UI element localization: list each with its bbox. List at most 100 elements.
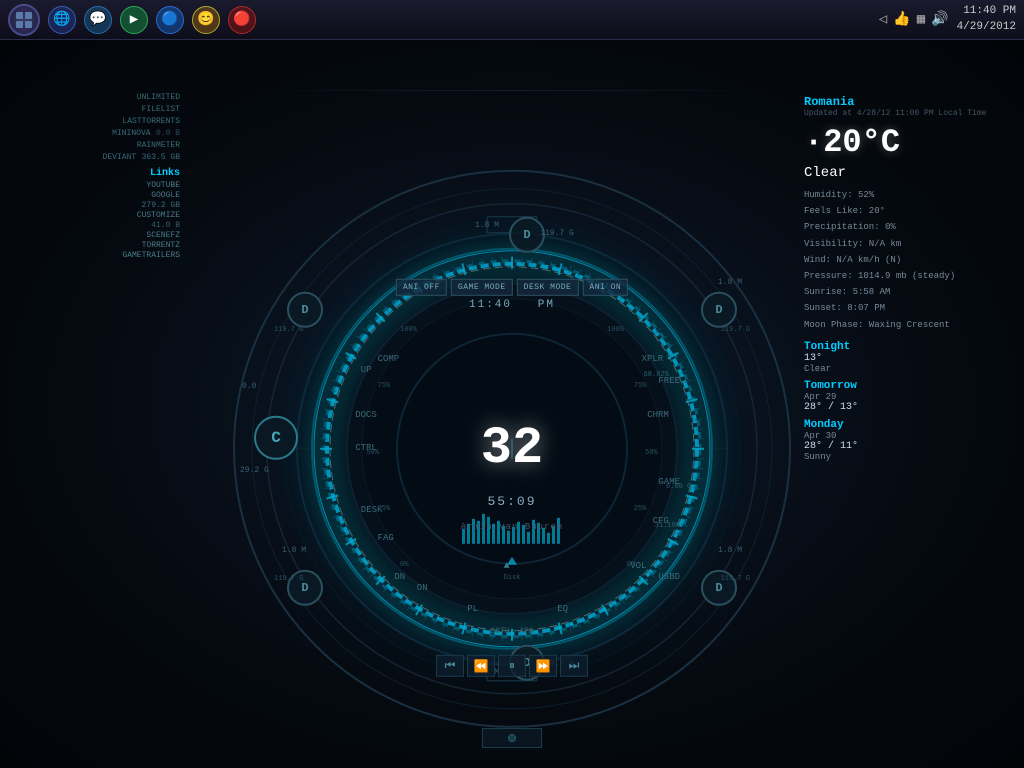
left-value-1: 279.2 GB — [10, 201, 180, 210]
chrm-label[interactable]: CHRM — [647, 410, 669, 420]
taskbar-icon-skype[interactable]: 🔵 — [156, 6, 184, 34]
link-google[interactable]: GOOGLE — [10, 191, 180, 200]
delta-icon: ▲Disk — [504, 561, 521, 583]
forecast-tonight-cond: Clear — [804, 364, 1004, 374]
forecast-tomorrow-label: Tomorrow — [804, 380, 1004, 392]
pct-100-left-top: 100% — [400, 326, 417, 334]
forecast-monday-date: Apr 30 — [804, 431, 1004, 441]
sunrise: Sunrise: 5:58 AM — [804, 284, 1004, 300]
comp-label[interactable]: COMP — [378, 354, 400, 364]
forecast-monday-cond: Sunny — [804, 452, 1004, 462]
pct-100-right-top: 100% — [607, 326, 624, 334]
tray-screen-icon[interactable]: ▦ — [917, 11, 925, 28]
cfg-val: 31.18% — [655, 522, 680, 530]
pct-75-left: 75% — [378, 382, 391, 390]
sidebar-lasttorrents[interactable]: LASTTORRENTS — [10, 116, 180, 126]
taskbar-icon-browser[interactable]: 🌐 — [48, 6, 76, 34]
media-controls: ⏮ ⏪ ⏸ ⏩ ⏭ — [436, 655, 588, 677]
taskbar-icon-emoji[interactable]: 😊 — [192, 6, 220, 34]
media-pause[interactable]: ⏸ — [498, 655, 526, 677]
taskbar-icon-play[interactable]: ▶ — [120, 6, 148, 34]
pct-50-left: 50% — [366, 449, 379, 457]
xplr-label[interactable]: XPLR — [642, 354, 664, 364]
weather-location: Romania — [804, 95, 1004, 109]
eq-label: EQ — [557, 604, 568, 614]
forecast-tonight-temp: 13° — [804, 353, 1004, 364]
clock-time: 11:40 PM — [957, 4, 1016, 19]
d-left-top-val: 119.7 G — [274, 326, 303, 334]
top-value-label: 1.8 M — [475, 221, 499, 230]
d-indicator-right-top: D — [701, 292, 737, 328]
c-indicator-left: C — [254, 416, 298, 460]
dn-label[interactable]: DN — [394, 572, 405, 582]
link-torrentz[interactable]: TORRENTZ — [10, 241, 180, 250]
clock-date: 4/29/2012 — [957, 20, 1016, 35]
weather-condition: Clear — [804, 165, 1004, 181]
forecast-tomorrow-date: Apr 29 — [804, 392, 1004, 402]
forecast-monday-label: Monday — [804, 419, 1004, 431]
fag-label[interactable]: FAG — [378, 533, 394, 543]
clock-display: 11:40 PM 4/29/2012 — [957, 4, 1016, 35]
media-next[interactable]: ⏩ — [529, 655, 557, 677]
top-buttons: ANI OFF GAME MODE DESK MODE ANI ON — [396, 279, 628, 296]
taskbar-right: ◁ 👍 ▦ 🔊 11:40 PM 4/29/2012 — [879, 4, 1016, 35]
track-artist: Armin van Buuren — [461, 522, 563, 532]
media-prev-prev[interactable]: ⏮ — [436, 655, 464, 677]
sidebar-unlimited[interactable]: UNLIMITED — [10, 92, 180, 102]
media-next-next[interactable]: ⏭ — [560, 655, 588, 677]
start-button[interactable] — [8, 4, 40, 36]
link-youtube[interactable]: YOUTUBE — [10, 181, 180, 190]
sidebar-deviant[interactable]: DEVIANT 363.5 GB — [10, 152, 180, 162]
visibility: Visibility: N/A km — [804, 236, 1004, 252]
taskbar-icon-chat[interactable]: 💬 — [84, 6, 112, 34]
forecast-monday-temp: 28° / 11° — [804, 441, 1004, 452]
precipitation: Precipitation: 0% — [804, 219, 1004, 235]
sidebar-rainmeter[interactable]: RAINMETER — [10, 140, 180, 150]
free-val: 68.82% — [644, 370, 669, 378]
taskbar-icons: 🌐 💬 ▶ 🔵 😊 🔴 — [48, 6, 879, 34]
up-label[interactable]: UP — [361, 365, 372, 375]
left-sidebar: UNLIMITED FILELIST LASTTORRENTS MININOVA… — [10, 90, 180, 261]
forecast-tonight-label: Tonight — [804, 341, 1004, 353]
weather-temperature: ·20°C — [804, 124, 1004, 161]
btn-ani-on[interactable]: ANI ON — [582, 279, 628, 296]
pct-0-right: 0% — [627, 561, 635, 569]
top-deco-line — [250, 90, 774, 91]
hud-center: // This won't execute in SVG context - h… — [232, 169, 792, 729]
link-scenefz[interactable]: SCENEFZ — [10, 231, 180, 240]
d-indicator-left-top: D — [287, 292, 323, 328]
tray-thumb-icon[interactable]: 👍 — [893, 11, 910, 28]
right-weather-panel: Romania Updated at 4/28/12 11:00 PM Loca… — [804, 95, 1004, 462]
taskbar-icon-red[interactable]: 🔴 — [228, 6, 256, 34]
moon-phase: Moon Phase: Waxing Crescent — [804, 317, 1004, 333]
tray-volume-icon[interactable]: 🔊 — [931, 11, 948, 28]
c-value-bottom: 29.2 G — [240, 466, 269, 475]
usbd-label[interactable]: USBD — [658, 572, 680, 582]
right-bottom-m-val: 1.8 M — [718, 546, 742, 555]
taskbar: 🌐 💬 ▶ 🔵 😊 🔴 ◁ 👍 ▦ 🔊 11:40 PM 4/29/2012 — [0, 0, 1024, 40]
sidebar-filelist[interactable]: FILELIST — [10, 104, 180, 114]
forecast-section: Tonight 13° Clear Tomorrow Apr 29 28° / … — [804, 341, 1004, 462]
song-info: 28TH APA — [490, 627, 533, 636]
pct-50-right: 50% — [645, 449, 658, 457]
media-prev[interactable]: ⏪ — [467, 655, 495, 677]
bottom-dot — [508, 734, 516, 742]
tray-back-icon[interactable]: ◁ — [879, 11, 887, 28]
main-area: UNLIMITED FILELIST LASTTORRENTS MININOVA… — [0, 40, 1024, 768]
on-label[interactable]: ON — [417, 583, 428, 593]
docs-label[interactable]: DOCS — [355, 410, 377, 420]
hud-time-display: 11:40 PM — [469, 299, 555, 311]
link-gametrailers[interactable]: GAMETRAILERS — [10, 251, 180, 260]
c-value-top: 0.0 — [242, 382, 256, 391]
weather-updated: Updated at 4/28/12 11:00 PM Local Time — [804, 109, 1004, 118]
btn-game-mode[interactable]: GAME MODE — [451, 279, 513, 296]
bottom-notch — [482, 728, 542, 748]
btn-desk-mode[interactable]: DESK MODE — [517, 279, 579, 296]
link-customize[interactable]: CUSTOMIZE — [10, 211, 180, 220]
d-left-bottom-val: 119.7 G — [274, 575, 303, 583]
btn-ani-off[interactable]: ANI OFF — [396, 279, 447, 296]
left-bottom-m-val: 1.8 M — [282, 546, 306, 555]
sidebar-mininova[interactable]: MININOVA 0.0 B — [10, 128, 180, 138]
right-top-m-val: 1.8 M — [718, 278, 742, 287]
pct-25-left: 25% — [378, 505, 391, 513]
